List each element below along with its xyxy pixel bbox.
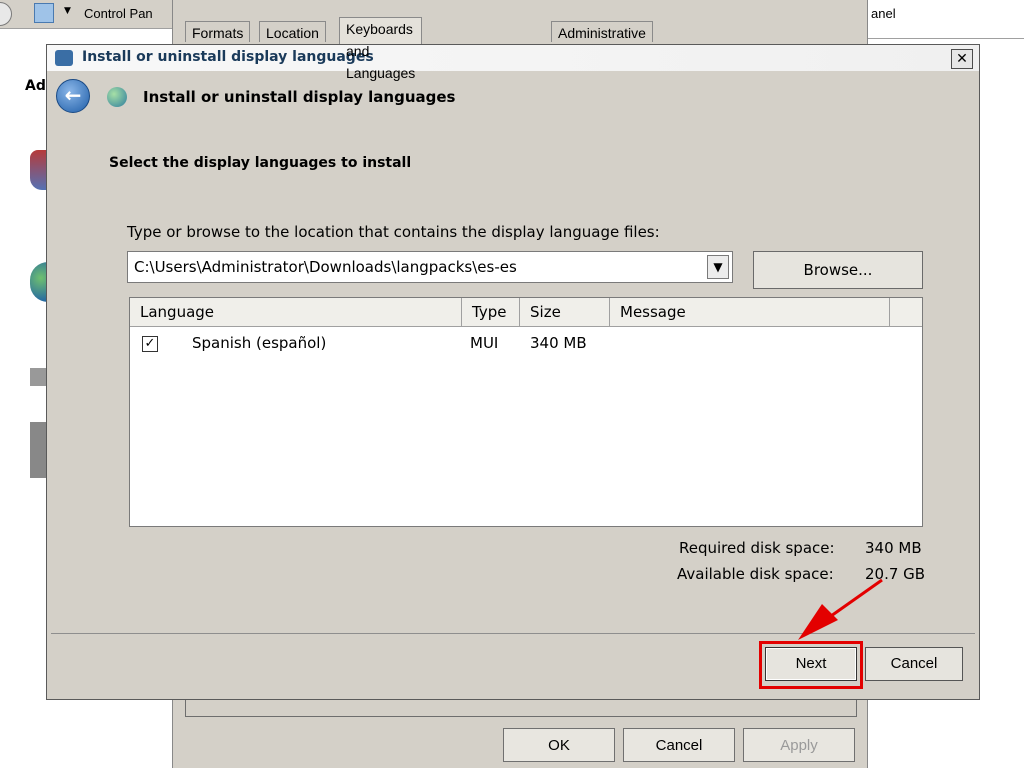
search-box[interactable]: anel <box>866 0 1024 39</box>
region-cancel-button[interactable]: Cancel <box>623 728 735 762</box>
chevron-down-icon[interactable]: ▼ <box>64 6 71 16</box>
wizard-header: ← Install or uninstall display languages <box>51 71 975 126</box>
tab-administrative[interactable]: Administrative <box>551 21 653 42</box>
ok-button[interactable]: OK <box>503 728 615 762</box>
back-nav-button[interactable] <box>0 2 12 26</box>
window-title: Install or uninstall display languages <box>82 49 374 65</box>
cancel-button[interactable]: Cancel <box>865 647 963 681</box>
close-button[interactable]: ✕ <box>951 49 973 69</box>
search-box-text: anel <box>871 6 896 21</box>
path-label: Type or browse to the location that cont… <box>127 223 660 241</box>
path-combobox[interactable]: C:\Users\Administrator\Downloads\langpac… <box>127 251 733 283</box>
title-bar[interactable]: Install or uninstall display languages ✕ <box>47 45 979 71</box>
column-header-type[interactable]: Type <box>462 298 520 326</box>
section-heading: Select the display languages to install <box>109 155 412 171</box>
list-header: Language Type Size Message <box>130 298 922 327</box>
language-globe-icon <box>107 87 127 107</box>
address-breadcrumb[interactable]: Control Pan <box>84 6 172 21</box>
available-space-value: 20.7 GB <box>865 565 926 583</box>
tab-location[interactable]: Location <box>259 21 326 42</box>
tab-formats[interactable]: Formats <box>185 21 251 42</box>
available-space-label: Available disk space: <box>677 565 834 583</box>
row-type: MUI <box>470 334 499 352</box>
next-button[interactable]: Next <box>765 647 857 681</box>
tab-panel-frame <box>185 698 857 717</box>
language-checkbox[interactable]: ✓ <box>142 336 158 352</box>
language-list[interactable]: Language Type Size Message ✓ Spanish (es… <box>129 297 923 527</box>
required-space-label: Required disk space: <box>679 539 835 557</box>
wizard-footer: Next Cancel <box>51 635 975 695</box>
install-display-languages-dialog: Install or uninstall display languages ✕… <box>46 44 980 700</box>
apply-button[interactable]: Apply <box>743 728 855 762</box>
sidebar-title: Ad <box>25 78 46 94</box>
chevron-down-icon[interactable]: ▼ <box>707 255 729 279</box>
language-settings-icon <box>55 50 73 66</box>
wizard-title: Install or uninstall display languages <box>143 88 456 106</box>
back-arrow-icon[interactable]: ← <box>56 79 90 113</box>
control-panel-address-bar: ▼ Control Pan <box>0 0 172 29</box>
row-language: Spanish (español) <box>192 334 327 352</box>
column-header-message[interactable]: Message <box>610 298 890 326</box>
required-space-value: 340 MB <box>865 539 922 557</box>
column-header-language[interactable]: Language <box>130 298 462 326</box>
wizard-content: Select the display languages to install … <box>51 125 975 634</box>
tab-keyboards-languages[interactable]: Keyboards and Languages <box>339 17 423 81</box>
control-panel-icon <box>34 3 54 23</box>
row-size: 340 MB <box>530 334 587 352</box>
path-input[interactable]: C:\Users\Administrator\Downloads\langpac… <box>134 258 517 276</box>
browse-button[interactable]: Browse... <box>753 251 923 289</box>
column-header-size[interactable]: Size <box>520 298 610 326</box>
